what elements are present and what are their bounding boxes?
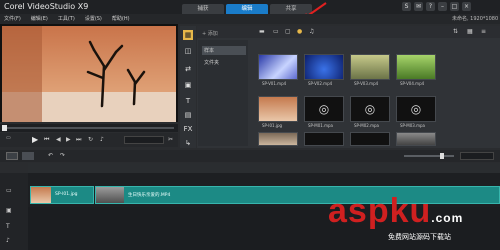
clip-label: 生日快乐亲爱的.MP4 [128,193,171,198]
thumbnail[interactable] [396,54,436,80]
folder-other[interactable]: 文件夹 [202,58,246,67]
timeline-clip[interactable]: SP-I01.jpg [30,186,94,204]
scrub-handle[interactable] [2,125,7,131]
thumbnail[interactable] [258,96,298,122]
library-toolbar: ▬ ▭ ▢ ● ♫ ⇅ ▦ ≡ [197,26,500,38]
instant-project-icon[interactable]: ◫ [183,46,193,56]
clip-thumbnail [31,187,51,203]
account-icon[interactable]: S [402,2,411,11]
timecode-display [124,136,164,144]
folder-icon[interactable]: ▬ [259,28,265,35]
step-back-icon[interactable]: ◀ [56,136,61,143]
thumbnail-label: SP-V03.mp4 [354,81,379,86]
scrub-track [4,127,174,129]
thumbnail[interactable] [396,132,436,146]
title-track-icon[interactable]: T [6,223,10,230]
menu-help[interactable]: 帮助(H) [112,15,130,22]
timeline-toolbar: ↶ ↷ [0,150,500,162]
track-headers: ▭ ▣ T ♪ [0,173,28,250]
watermark-dot: .com [431,211,464,225]
add-folder-button[interactable]: + 添加 [202,30,218,37]
rewind-icon[interactable]: ⏮ [44,136,49,144]
library-folders: 样本 文件夹 [198,40,248,146]
library-side-toolbar: ▦ ◫ ⇄ ▣ T ▤ FX ↳ [180,26,196,148]
path-icon[interactable]: ↳ [183,138,193,148]
thumbnail-label: SP-V01.mp4 [262,81,287,86]
timeline-ruler[interactable] [28,163,500,173]
step-forward-icon[interactable]: ▶ [66,136,71,143]
timeline-timecode [460,152,494,160]
repeat-icon[interactable]: ↻ [88,136,93,143]
fast-forward-icon[interactable]: ⏭ [76,136,81,144]
thumbnail-label: SP-M03.mpa [400,123,426,128]
audio-track-icon[interactable]: ♪ [6,237,10,244]
transition-icon[interactable]: ⇄ [183,64,193,74]
title-icon[interactable]: T [183,96,193,106]
video-track-icon[interactable]: ▭ [6,187,12,194]
minimize-icon[interactable]: – [438,2,447,11]
help-icon[interactable]: ? [426,2,435,11]
redo-icon[interactable]: ↷ [60,152,65,159]
project-resolution: 未命名, 1920*1080 [452,16,499,22]
clip-label: SP-I01.jpg [55,192,78,197]
close-icon[interactable]: × [462,2,471,11]
thumbnail-label: SP-M01.mpa [308,123,334,128]
filter-icon[interactable]: FX [183,124,193,134]
graphics-icon[interactable]: ▤ [183,110,193,120]
volume-icon[interactable]: ♪ [100,136,104,143]
view-list-icon[interactable]: ≡ [481,28,486,35]
folder-samples[interactable]: 样本 [202,46,246,55]
music-icon[interactable]: ♫ [309,28,314,35]
playback-controls: ▭ ▶ ⏮ ◀ ▶ ⏭ ↻ ♪ ✂ [0,133,178,147]
preview-scrubber[interactable] [0,124,178,132]
watermark-subtitle: 免费网站源码下载站 [388,233,451,241]
maximize-icon[interactable]: □ [450,2,459,11]
window-controls: S ✉ ? – □ × [402,2,471,11]
undo-icon[interactable]: ↶ [48,152,53,159]
menu-edit[interactable]: 编辑(E) [31,15,48,22]
watermark-logo: aspku.com [328,192,463,231]
main-menu: 文件(F) 编辑(E) 工具(T) 设置(S) 帮助(H) [4,15,130,22]
clip-thumbnail [96,187,124,203]
audio-thumbnail-icon[interactable] [350,132,390,146]
thumbnail-label: SP-V02.mp4 [308,81,333,86]
timeline-view-icon[interactable] [22,152,34,160]
play-icon[interactable]: ▶ [32,135,38,144]
menu-settings[interactable]: 设置(S) [85,15,102,22]
app-title: Corel VideoStudio X9 [4,2,89,11]
audio-thumbnail-icon[interactable]: ◎ [396,96,436,122]
zoom-handle[interactable] [440,153,444,159]
view-grid-icon[interactable]: ▦ [467,28,473,35]
audio-thumbnail-icon[interactable] [304,132,344,146]
media-icon[interactable]: ▦ [183,30,193,40]
video-filter-icon[interactable]: ▭ [273,28,279,35]
storyboard-view-icon[interactable] [6,152,18,160]
chat-icon[interactable]: ✉ [414,2,423,11]
audio-thumbnail-icon[interactable]: ◎ [350,96,390,122]
thumbnail[interactable] [350,54,390,80]
thumbnail[interactable] [258,132,298,146]
thumbnail-label: SP-M02.mpa [354,123,380,128]
menu-tools[interactable]: 工具(T) [58,15,75,22]
sort-icon[interactable]: ⇅ [453,28,458,35]
sticker-icon[interactable]: ▣ [183,80,193,90]
project-mode-icon[interactable]: ▭ [6,135,11,141]
zoom-slider[interactable] [404,155,454,157]
image-filter-icon[interactable]: ▢ [285,28,291,35]
thumbnail-label: SP-V04.mp4 [400,81,425,86]
thumbnail[interactable] [258,54,298,80]
split-icon[interactable]: ✂ [168,136,173,143]
audio-thumbnail-icon[interactable]: ◎ [304,96,344,122]
audio-filter-icon[interactable]: ● [297,28,302,35]
thumbnail[interactable] [304,54,344,80]
menu-file[interactable]: 文件(F) [4,15,21,22]
preview-frame-image [2,26,176,122]
watermark-text: aspku [328,192,432,230]
thumbnail-label: SP-I01.jpg [262,123,283,128]
overlay-track-icon[interactable]: ▣ [6,207,12,214]
